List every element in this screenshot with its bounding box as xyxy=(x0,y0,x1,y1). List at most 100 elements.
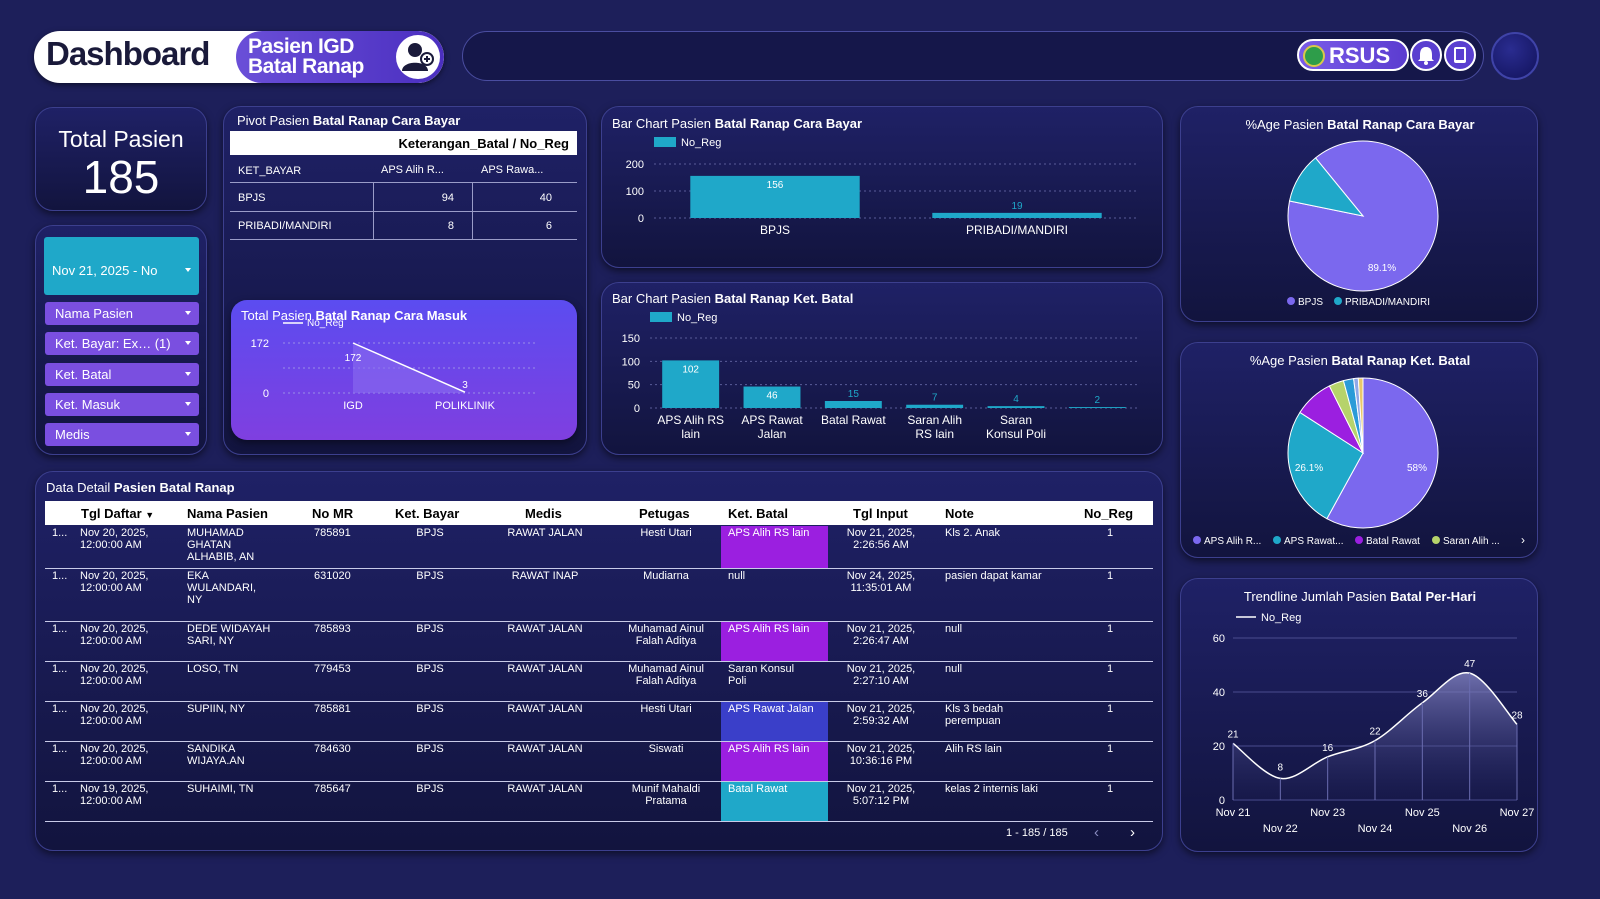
legend-label: APS Rawat... xyxy=(1284,536,1343,547)
data-label: 16 xyxy=(1322,743,1334,754)
cell-tgl-daftar: Nov 20, 2025, 12:00:00 AM xyxy=(80,663,149,687)
filter-ket-bayar[interactable]: Ket. Bayar: Ex… (1) xyxy=(45,332,199,355)
x-tick-label: APS Rawat xyxy=(741,413,803,427)
chevron-down-icon xyxy=(185,341,191,345)
cell-note: null xyxy=(945,663,963,675)
cell-tgl-input: Nov 21, 2025, 2:26:47 AM xyxy=(846,623,916,647)
pivot-divider xyxy=(472,183,473,239)
cell-petugas: Hesti Utari xyxy=(640,527,692,539)
data-label: 22 xyxy=(1369,727,1381,738)
bar xyxy=(906,404,964,408)
pagination-info: 1 - 185 / 185 xyxy=(1006,827,1068,839)
y-tick-label: 0 xyxy=(634,403,640,415)
bell-icon[interactable] xyxy=(1410,39,1442,71)
bar-bayar-card: Bar Chart Pasien Batal Ranap Cara Bayar … xyxy=(601,106,1163,268)
data-label: 7 xyxy=(932,393,938,404)
chevron-left-icon[interactable]: ‹ xyxy=(1094,824,1099,841)
legend-swatch xyxy=(654,137,676,147)
col-medis[interactable]: Medis xyxy=(525,506,562,521)
filter-ket-batal[interactable]: Ket. Batal xyxy=(45,363,199,386)
cell-ket-bayar: BPJS xyxy=(416,570,444,582)
col-tgl-daftar[interactable]: Tgl Daftar ▼ xyxy=(81,506,154,521)
cell-tgl-input: Nov 21, 2025, 2:26:56 AM xyxy=(846,527,916,551)
pie-batal-chart: 58% 26.1% APS Alih R... APS Rawat... Batal R… xyxy=(1193,377,1525,547)
cell-ket-batal: Batal Rawat xyxy=(728,783,788,795)
cell-medis: RAWAT JALAN xyxy=(507,623,583,635)
cell-no-mr: 631020 xyxy=(314,570,351,582)
cell-no-mr: 779453 xyxy=(314,663,351,675)
legend-label: Saran Alih ... xyxy=(1443,536,1500,547)
bar xyxy=(987,406,1045,408)
legend-dot xyxy=(1334,297,1342,305)
cell-no-reg: 1 xyxy=(1106,743,1114,755)
bar-batal-card: Bar Chart Pasien Batal Ranap Ket. Batal … xyxy=(601,282,1163,455)
data-label: 47 xyxy=(1464,659,1476,670)
col-no-reg[interactable]: No_Reg xyxy=(1084,506,1133,521)
tablet-icon[interactable] xyxy=(1444,39,1476,71)
col-note[interactable]: Note xyxy=(945,506,974,521)
col-ket-batal[interactable]: Ket. Batal xyxy=(728,506,788,521)
cell-ket-bayar: BPJS xyxy=(416,663,444,675)
col-tgl-input[interactable]: Tgl Input xyxy=(853,506,908,521)
dashboard-title: Dashboard xyxy=(46,35,210,72)
y-tick-label: 20 xyxy=(1213,741,1225,753)
y-tick-label: 0 xyxy=(263,388,269,400)
page-subtitle: Pasien IGD Batal Ranap xyxy=(236,31,444,83)
filter-label: Ket. Bayar: Ex… (1) xyxy=(55,336,171,351)
data-label: 102 xyxy=(682,364,699,375)
legend-label: PRIBADI/MANDIRI xyxy=(1345,297,1430,308)
cell-note: pasien dapat kamar xyxy=(945,570,1042,582)
pivot-title: Pivot Pasien Batal Ranap Cara Bayar xyxy=(237,113,461,128)
filter-nama-pasien[interactable]: Nama Pasien xyxy=(45,302,199,325)
avatar[interactable] xyxy=(1491,32,1539,80)
pivot-cell: 40 xyxy=(539,192,552,204)
data-label: 172 xyxy=(345,353,362,364)
cell-tgl-input: Nov 21, 2025, 5:07:12 PM xyxy=(846,783,916,807)
x-tick-label: Nov 21 xyxy=(1216,807,1251,819)
cell-ket-bayar: BPJS xyxy=(416,783,444,795)
data-label: 15 xyxy=(848,389,860,400)
cell-nama-pasien: SUHAIMI, TN xyxy=(187,783,254,795)
y-tick-label: 40 xyxy=(1213,687,1225,699)
pivot-group-label: Keterangan_Batal / No_Reg xyxy=(398,136,570,151)
y-tick-label: 60 xyxy=(1213,633,1225,645)
cell-ket-bayar: BPJS xyxy=(416,527,444,539)
date-range-filter[interactable]: Nov 21, 2025 - No xyxy=(44,237,199,295)
cell-no-reg: 1 xyxy=(1106,663,1114,675)
row-divider xyxy=(45,821,1153,822)
legend-label: BPJS xyxy=(1298,297,1323,308)
filter-ket-masuk[interactable]: Ket. Masuk xyxy=(45,393,199,416)
slice-label: 26.1% xyxy=(1295,463,1323,474)
chevron-right-icon[interactable]: › xyxy=(1130,824,1135,841)
filter-label: Medis xyxy=(55,427,90,442)
cell-no-mr: 785893 xyxy=(314,623,351,635)
pivot-row-label: PRIBADI/MANDIRI xyxy=(238,220,332,232)
legend-label: No_Reg xyxy=(677,312,717,324)
row-index: 1... xyxy=(52,703,68,715)
x-tick-label: Nov 25 xyxy=(1405,807,1440,819)
dashboard-logo: Dashboard Pasien IGD Batal Ranap xyxy=(34,31,444,83)
legend-label: No_Reg xyxy=(307,318,344,329)
sort-down-icon: ▼ xyxy=(145,510,155,520)
data-label: 46 xyxy=(766,391,778,402)
cell-nama-pasien: EKA WULANDARI, NY xyxy=(187,570,257,606)
filter-label: Ket. Masuk xyxy=(55,397,121,412)
pivot-row-label: BPJS xyxy=(238,192,266,204)
filter-medis[interactable]: Medis xyxy=(45,423,199,446)
legend-label: APS Alih R... xyxy=(1204,536,1261,547)
cell-no-mr: 785647 xyxy=(314,783,351,795)
col-ket-bayar[interactable]: Ket. Bayar xyxy=(395,506,459,521)
cell-no-mr: 785881 xyxy=(314,703,351,715)
cell-nama-pasien: SUPIIN, NY xyxy=(187,703,246,715)
cell-ket-batal: null xyxy=(728,570,746,582)
cell-petugas: Mudiarna xyxy=(643,570,689,582)
pie-bayar-card: %Age Pasien Batal Ranap Cara Bayar 89.1%… xyxy=(1180,106,1538,322)
col-petugas[interactable]: Petugas xyxy=(639,506,690,521)
pivot-col-header-1: APS Alih R... xyxy=(381,164,444,176)
col-nama-pasien[interactable]: Nama Pasien xyxy=(187,506,268,521)
legend-label: Batal Rawat xyxy=(1366,536,1420,547)
cell-petugas: Siswati xyxy=(648,743,684,755)
legend-dot xyxy=(1193,536,1201,544)
chevron-right-icon: › xyxy=(1521,533,1525,547)
col-no-mr[interactable]: No MR xyxy=(312,506,353,521)
